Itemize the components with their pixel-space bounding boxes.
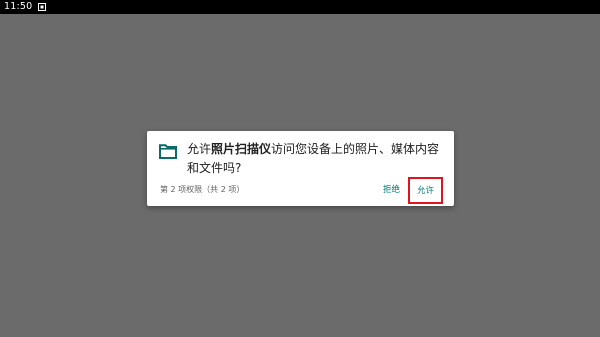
- message-prefix: 允许: [187, 142, 212, 156]
- status-time: 11:50: [4, 1, 33, 12]
- app-name: 照片扫描仪: [211, 142, 272, 156]
- allow-button[interactable]: 允许: [408, 177, 443, 204]
- permission-dialog: 允许照片扫描仪访问您设备上的照片、媒体内容和文件吗? 第 2 项权限（共 2 项…: [147, 131, 454, 206]
- permission-counter: 第 2 项权限（共 2 项）: [160, 185, 245, 194]
- deny-button[interactable]: 拒绝: [383, 184, 400, 196]
- screenshot-notification-icon: [38, 3, 47, 11]
- permission-message: 允许照片扫描仪访问您设备上的照片、媒体内容和文件吗?: [187, 140, 445, 178]
- folder-icon: [159, 143, 177, 159]
- allow-button-label: 允许: [416, 185, 434, 196]
- status-bar: 11:50: [0, 0, 600, 14]
